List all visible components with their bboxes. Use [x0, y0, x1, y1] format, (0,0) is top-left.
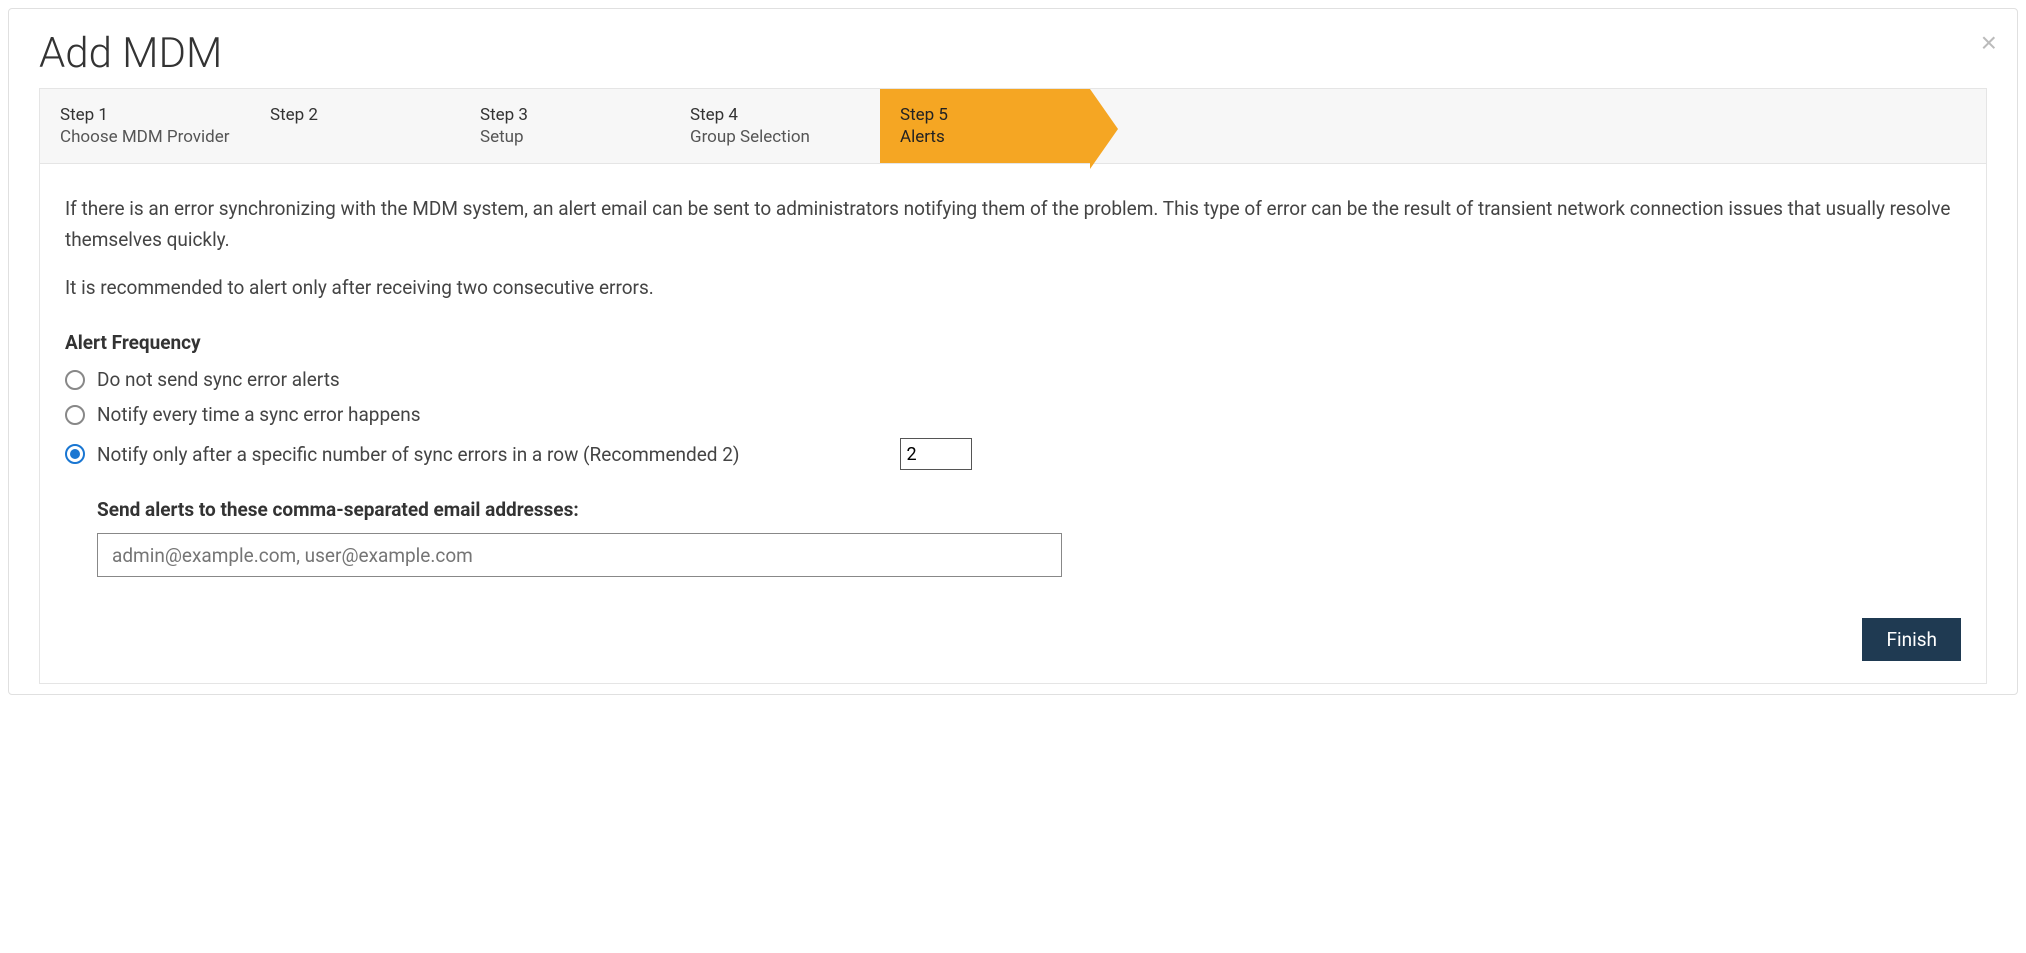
wizard-step-3[interactable]: Step 3 Setup	[460, 89, 670, 163]
wizard-step-2[interactable]: Step 2	[250, 89, 460, 163]
step-number: Step 5	[900, 104, 1070, 126]
wizard-step-1[interactable]: Step 1 Choose MDM Provider	[40, 89, 250, 163]
finish-button[interactable]: Finish	[1862, 618, 1961, 661]
alert-frequency-heading: Alert Frequency	[65, 331, 1961, 354]
radio-option-threshold[interactable]: Notify only after a specific number of s…	[65, 438, 1961, 470]
add-mdm-modal: Add MDM × Step 1 Choose MDM Provider Ste…	[8, 8, 2018, 695]
wizard-step-5[interactable]: Step 5 Alerts	[880, 89, 1090, 163]
radio-icon[interactable]	[65, 444, 85, 464]
threshold-input[interactable]	[900, 438, 972, 470]
step-label: Group Selection	[690, 126, 860, 148]
step-label: Choose MDM Provider	[60, 126, 230, 148]
step-number: Step 3	[480, 104, 650, 126]
email-addresses-input[interactable]	[97, 533, 1062, 577]
modal-title: Add MDM	[39, 29, 1987, 78]
radio-option-none[interactable]: Do not send sync error alerts	[65, 368, 1961, 391]
intro-paragraph-1: If there is an error synchronizing with …	[65, 194, 1961, 255]
radio-label: Notify every time a sync error happens	[97, 403, 421, 426]
wizard-step-4[interactable]: Step 4 Group Selection	[670, 89, 880, 163]
step-label: Setup	[480, 126, 650, 148]
close-icon[interactable]: ×	[1981, 29, 1997, 57]
radio-label: Notify only after a specific number of s…	[97, 443, 740, 466]
modal-header: Add MDM ×	[9, 9, 2017, 88]
radio-label: Do not send sync error alerts	[97, 368, 340, 391]
intro-paragraph-2: It is recommended to alert only after re…	[65, 273, 1961, 303]
radio-option-every[interactable]: Notify every time a sync error happens	[65, 403, 1961, 426]
wizard-steps: Step 1 Choose MDM Provider Step 2 Step 3…	[39, 88, 1987, 164]
step-label: Alerts	[900, 126, 1070, 148]
radio-icon[interactable]	[65, 405, 85, 425]
footer-actions: Finish	[1862, 618, 1961, 661]
radio-icon[interactable]	[65, 370, 85, 390]
email-addresses-label: Send alerts to these comma-separated ema…	[97, 498, 1961, 521]
content-area: If there is an error synchronizing with …	[39, 164, 1987, 684]
step-number: Step 2	[270, 104, 440, 126]
email-section: Send alerts to these comma-separated ema…	[97, 498, 1961, 577]
step-number: Step 4	[690, 104, 860, 126]
step-number: Step 1	[60, 104, 230, 126]
